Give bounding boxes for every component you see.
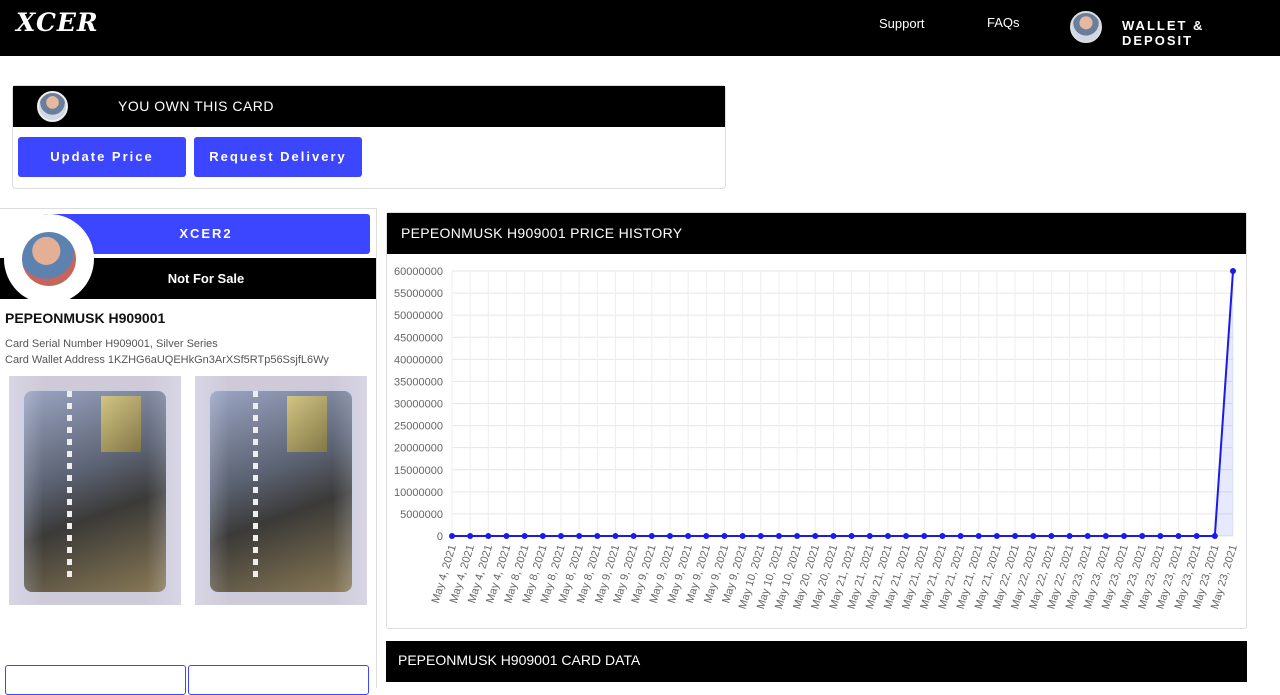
card-owner-avatar[interactable] [22,232,76,286]
data-point [1012,533,1019,539]
y-tick-label: 35000000 [394,376,443,388]
card-data-title: PEPEONMUSK H909001 CARD DATA [386,641,1247,682]
data-point [739,533,746,539]
y-tick-label: 15000000 [394,465,443,477]
data-point [521,533,528,539]
data-point [503,533,510,539]
request-delivery-button[interactable]: Request Delivery [194,137,362,177]
card-panel: XCER2 Not For Sale PEPEONMUSK H909001 Ca… [0,208,377,688]
data-point [848,533,855,539]
data-point [1102,533,1109,539]
card-back-image[interactable] [195,376,367,605]
data-point [812,533,819,539]
card-action-button-left[interactable] [5,665,186,695]
card-front-image[interactable] [9,376,181,605]
data-point [449,533,455,539]
data-point [1230,268,1236,274]
data-point [703,533,710,539]
data-point [1193,533,1200,539]
nav-faqs-link[interactable]: FAQs [987,15,1020,30]
user-avatar[interactable] [1070,11,1102,43]
data-point [1084,533,1091,539]
data-point [757,533,764,539]
y-tick-label: 5000000 [400,509,443,521]
data-point [1157,533,1164,539]
price-history-chart: 0 5000000 10000000 15000000 20000000 25000000… [394,266,1240,611]
data-point [594,533,601,539]
data-point [1030,533,1037,539]
card-owner-avatar-ring [4,214,94,304]
data-point [721,533,728,539]
y-tick-label: 60000000 [394,266,443,278]
data-point [576,533,583,539]
data-point [1048,533,1055,539]
data-point [957,533,964,539]
ownership-panel: YOU OWN THIS CARD Update Price Request D… [12,85,726,189]
data-point [685,533,692,539]
y-tick-label: 50000000 [394,310,443,322]
y-tick-label: 55000000 [394,288,443,300]
ownership-header: YOU OWN THIS CARD [13,86,725,127]
y-tick-label: 40000000 [394,354,443,366]
nav-support-link[interactable]: Support [879,16,925,31]
data-point [866,533,873,539]
data-point [1211,533,1218,539]
top-nav: XCER Support FAQs WALLET & DEPOSIT [0,0,1280,56]
data-point [993,533,1000,539]
y-tick-label: 20000000 [394,443,443,455]
card-data-panel: PEPEONMUSK H909001 CARD DATA [386,641,1247,686]
data-point [884,533,891,539]
data-point [612,533,619,539]
data-point [975,533,982,539]
data-point [794,533,801,539]
data-point [921,533,928,539]
data-point [485,533,492,539]
data-point [1175,533,1182,539]
data-point [557,533,564,539]
owner-avatar [37,91,68,122]
y-tick-label: 25000000 [394,421,443,433]
y-tick-label: 10000000 [394,487,443,499]
data-point [903,533,910,539]
price-history-panel: PEPEONMUSK H909001 PRICE HISTORY 0 500000… [386,212,1247,629]
y-tick-label: 30000000 [394,399,443,411]
logo[interactable]: XCER [16,8,99,37]
data-point [1066,533,1073,539]
data-point [648,533,655,539]
data-point [775,533,782,539]
y-tick-label: 45000000 [394,332,443,344]
data-point [830,533,837,539]
data-point [1121,533,1128,539]
card-wallet-address: Card Wallet Address 1KZHG6aUQEHkGn3ArXSf… [5,354,329,366]
data-point [539,533,546,539]
data-point [630,533,637,539]
card-action-button-right[interactable] [188,665,369,695]
y-tick-label: 0 [437,531,443,543]
price-history-title: PEPEONMUSK H909001 PRICE HISTORY [387,213,1246,254]
card-serial: Card Serial Number H909001, Silver Serie… [5,338,218,350]
update-price-button[interactable]: Update Price [18,137,186,177]
card-title: PEPEONMUSK H909001 [5,310,166,326]
data-point [666,533,673,539]
data-point [1139,533,1146,539]
data-point [939,533,946,539]
ownership-title: YOU OWN THIS CARD [118,98,275,114]
data-point [467,533,474,539]
wallet-deposit-link[interactable]: WALLET & DEPOSIT [1122,18,1280,48]
